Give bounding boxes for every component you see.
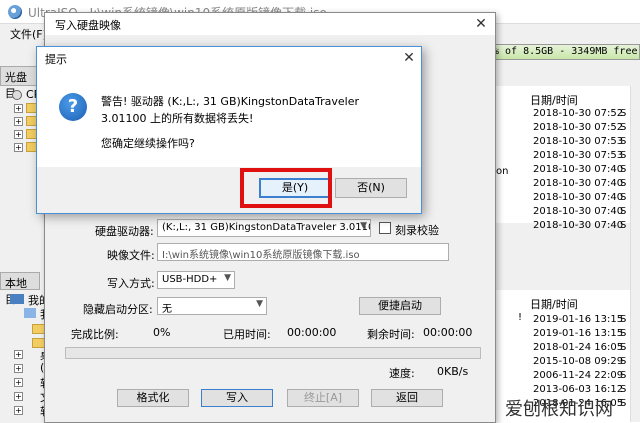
yes-button[interactable]: 是(Y) (259, 178, 331, 198)
write-method-label: 写入方式: (107, 277, 155, 290)
cd-root-icon (12, 90, 22, 100)
list-item[interactable]: 2015-10-08 09:29 (533, 356, 623, 367)
hide-partition-select[interactable]: 无 ▼ (157, 297, 267, 315)
list-suffix: S (620, 328, 627, 339)
back-button[interactable]: 返回 (371, 389, 443, 407)
chevron-down-icon: ▼ (224, 273, 231, 283)
verify-label: 刻录校验 (395, 224, 439, 237)
image-file-field[interactable]: I:\win系统镜像\win10系统原版镜像下载.iso (157, 243, 449, 261)
list-suffix: S (620, 108, 627, 119)
list-item[interactable]: 2018-10-30 07:53 (533, 150, 623, 161)
column-header-datetime[interactable]: 日期/时间 (530, 92, 578, 108)
write-method-value: USB-HDD+ (162, 274, 218, 285)
list-item[interactable]: 2018-10-30 07:53 (533, 136, 623, 147)
list-item[interactable]: 2018-10-30 07:40 (533, 192, 623, 203)
list-suffix: S (620, 178, 627, 189)
progress-value: 0% (153, 326, 171, 339)
list-suffix: S (620, 384, 627, 395)
chevron-down-icon: ▼ (360, 221, 367, 231)
confirm-prompt-dialog: 提示 ✕ ? 警告! 驱动器 (K:,L:, 31 GB)KingstonDat… (36, 46, 422, 214)
tree-expand-icon[interactable]: + (14, 378, 23, 387)
no-button[interactable]: 否(N) (335, 178, 407, 198)
list-suffix: S (620, 356, 627, 367)
drive-icon (24, 308, 36, 318)
scrollbar[interactable] (630, 86, 640, 422)
question-icon: ? (59, 93, 87, 121)
drive-select[interactable]: (K:,L:, 31 GB)KingstonDataTraveler 3.011… (157, 219, 371, 237)
list-item[interactable]: 2018-10-30 07:52 (533, 122, 623, 133)
tree-expand-icon[interactable]: + (14, 143, 23, 152)
write-button[interactable]: 写入 (201, 389, 273, 407)
image-file-label: 映像文件: (107, 249, 155, 262)
close-icon[interactable]: ✕ (471, 15, 491, 33)
list-suffix: S (620, 206, 627, 217)
list-flag: ! (518, 312, 523, 323)
tree-expand-icon[interactable]: + (14, 364, 23, 373)
format-button[interactable]: 格式化 (117, 389, 189, 407)
list-suffix: S (620, 342, 627, 353)
tree-expand-icon[interactable]: + (14, 350, 23, 359)
hide-partition-value: 无 (162, 304, 172, 315)
site-watermark: 爱刨根知识网 (505, 399, 613, 420)
prompt-titlebar[interactable]: 提示 ✕ (37, 47, 421, 69)
progress-label: 完成比例: (71, 328, 119, 341)
column-header-datetime[interactable]: 日期/时间 (530, 296, 578, 312)
list-suffix: S (620, 398, 627, 409)
speed-value: 0KB/s (437, 365, 469, 378)
write-progress-bar (65, 347, 481, 359)
close-icon[interactable]: ✕ (399, 49, 419, 67)
list-item[interactable]: 2019-01-16 13:15 (533, 314, 623, 325)
list-item[interactable]: 2018-10-30 07:40 (533, 178, 623, 189)
drive-select-value: (K:,L:, 31 GB)KingstonDataTraveler 3.011… (162, 222, 371, 233)
list-item[interactable]: 2018-10-30 07:40 (533, 220, 623, 231)
tree-expand-icon[interactable]: + (14, 104, 23, 113)
tree-expand-icon[interactable]: + (14, 392, 23, 401)
write-dialog-titlebar[interactable]: 写入硬盘映像 ✕ (45, 13, 495, 35)
stop-button[interactable]: 终止[A] (287, 389, 359, 407)
remaining-value: 00:00:00 (423, 326, 473, 339)
confirm-question: 您确定继续操作吗? (101, 137, 195, 150)
quick-boot-button[interactable]: 便捷启动 (359, 297, 441, 315)
list-suffix: S (620, 314, 627, 325)
list-item[interactable]: 2006-11-24 22:09 (533, 370, 623, 381)
disc-directory-label: 光盘目 (0, 66, 40, 100)
list-item[interactable]: 2013-06-03 16:12 (533, 384, 623, 395)
write-method-select[interactable]: USB-HDD+ ▼ (157, 271, 235, 289)
list-suffix: S (620, 220, 627, 231)
menu-file[interactable]: 文件(F) (10, 26, 47, 42)
tree-expand-icon[interactable]: + (14, 117, 23, 126)
tree-expand-icon[interactable]: + (14, 406, 23, 415)
list-item[interactable]: 2018-01-24 16:05 (533, 342, 623, 353)
disc-capacity-bar: % of 8.5GB - 3349MB free (488, 44, 640, 60)
local-directory-label: 本地目 (0, 272, 40, 306)
list-item[interactable]: 2018-10-30 07:52 (533, 108, 623, 119)
ultraiso-disc-icon (8, 5, 22, 19)
list-item[interactable]: 2018-10-30 07:40 (533, 206, 623, 217)
warning-message: 警告! 驱动器 (K:,L:, 31 GB)KingstonDataTravel… (101, 95, 360, 125)
list-suffix: S (620, 122, 627, 133)
list-suffix: S (620, 136, 627, 147)
write-dialog-title: 写入硬盘映像 (55, 19, 121, 32)
list-suffix: S (620, 150, 627, 161)
computer-icon (10, 294, 24, 304)
list-item[interactable]: 2018-10-30 07:40 (533, 164, 623, 175)
prompt-title: 提示 (45, 53, 67, 66)
drive-label: 硬盘驱动器: (95, 225, 154, 238)
tree-expand-icon[interactable]: + (14, 130, 23, 139)
elapsed-label: 已用时间: (223, 328, 271, 341)
list-suffix: S (620, 164, 627, 175)
list-item[interactable]: 2019-01-16 13:15 (533, 328, 623, 339)
list-suffix: S (620, 192, 627, 203)
remaining-label: 剩余时间: (367, 328, 415, 341)
list-suffix: S (620, 370, 627, 381)
speed-label: 速度: (389, 367, 415, 380)
elapsed-value: 00:00:00 (287, 326, 337, 339)
list-name-fragment: on (496, 166, 509, 177)
hide-partition-label: 隐藏启动分区: (83, 303, 153, 316)
verify-checkbox[interactable] (379, 222, 391, 234)
chevron-down-icon: ▼ (256, 299, 263, 309)
